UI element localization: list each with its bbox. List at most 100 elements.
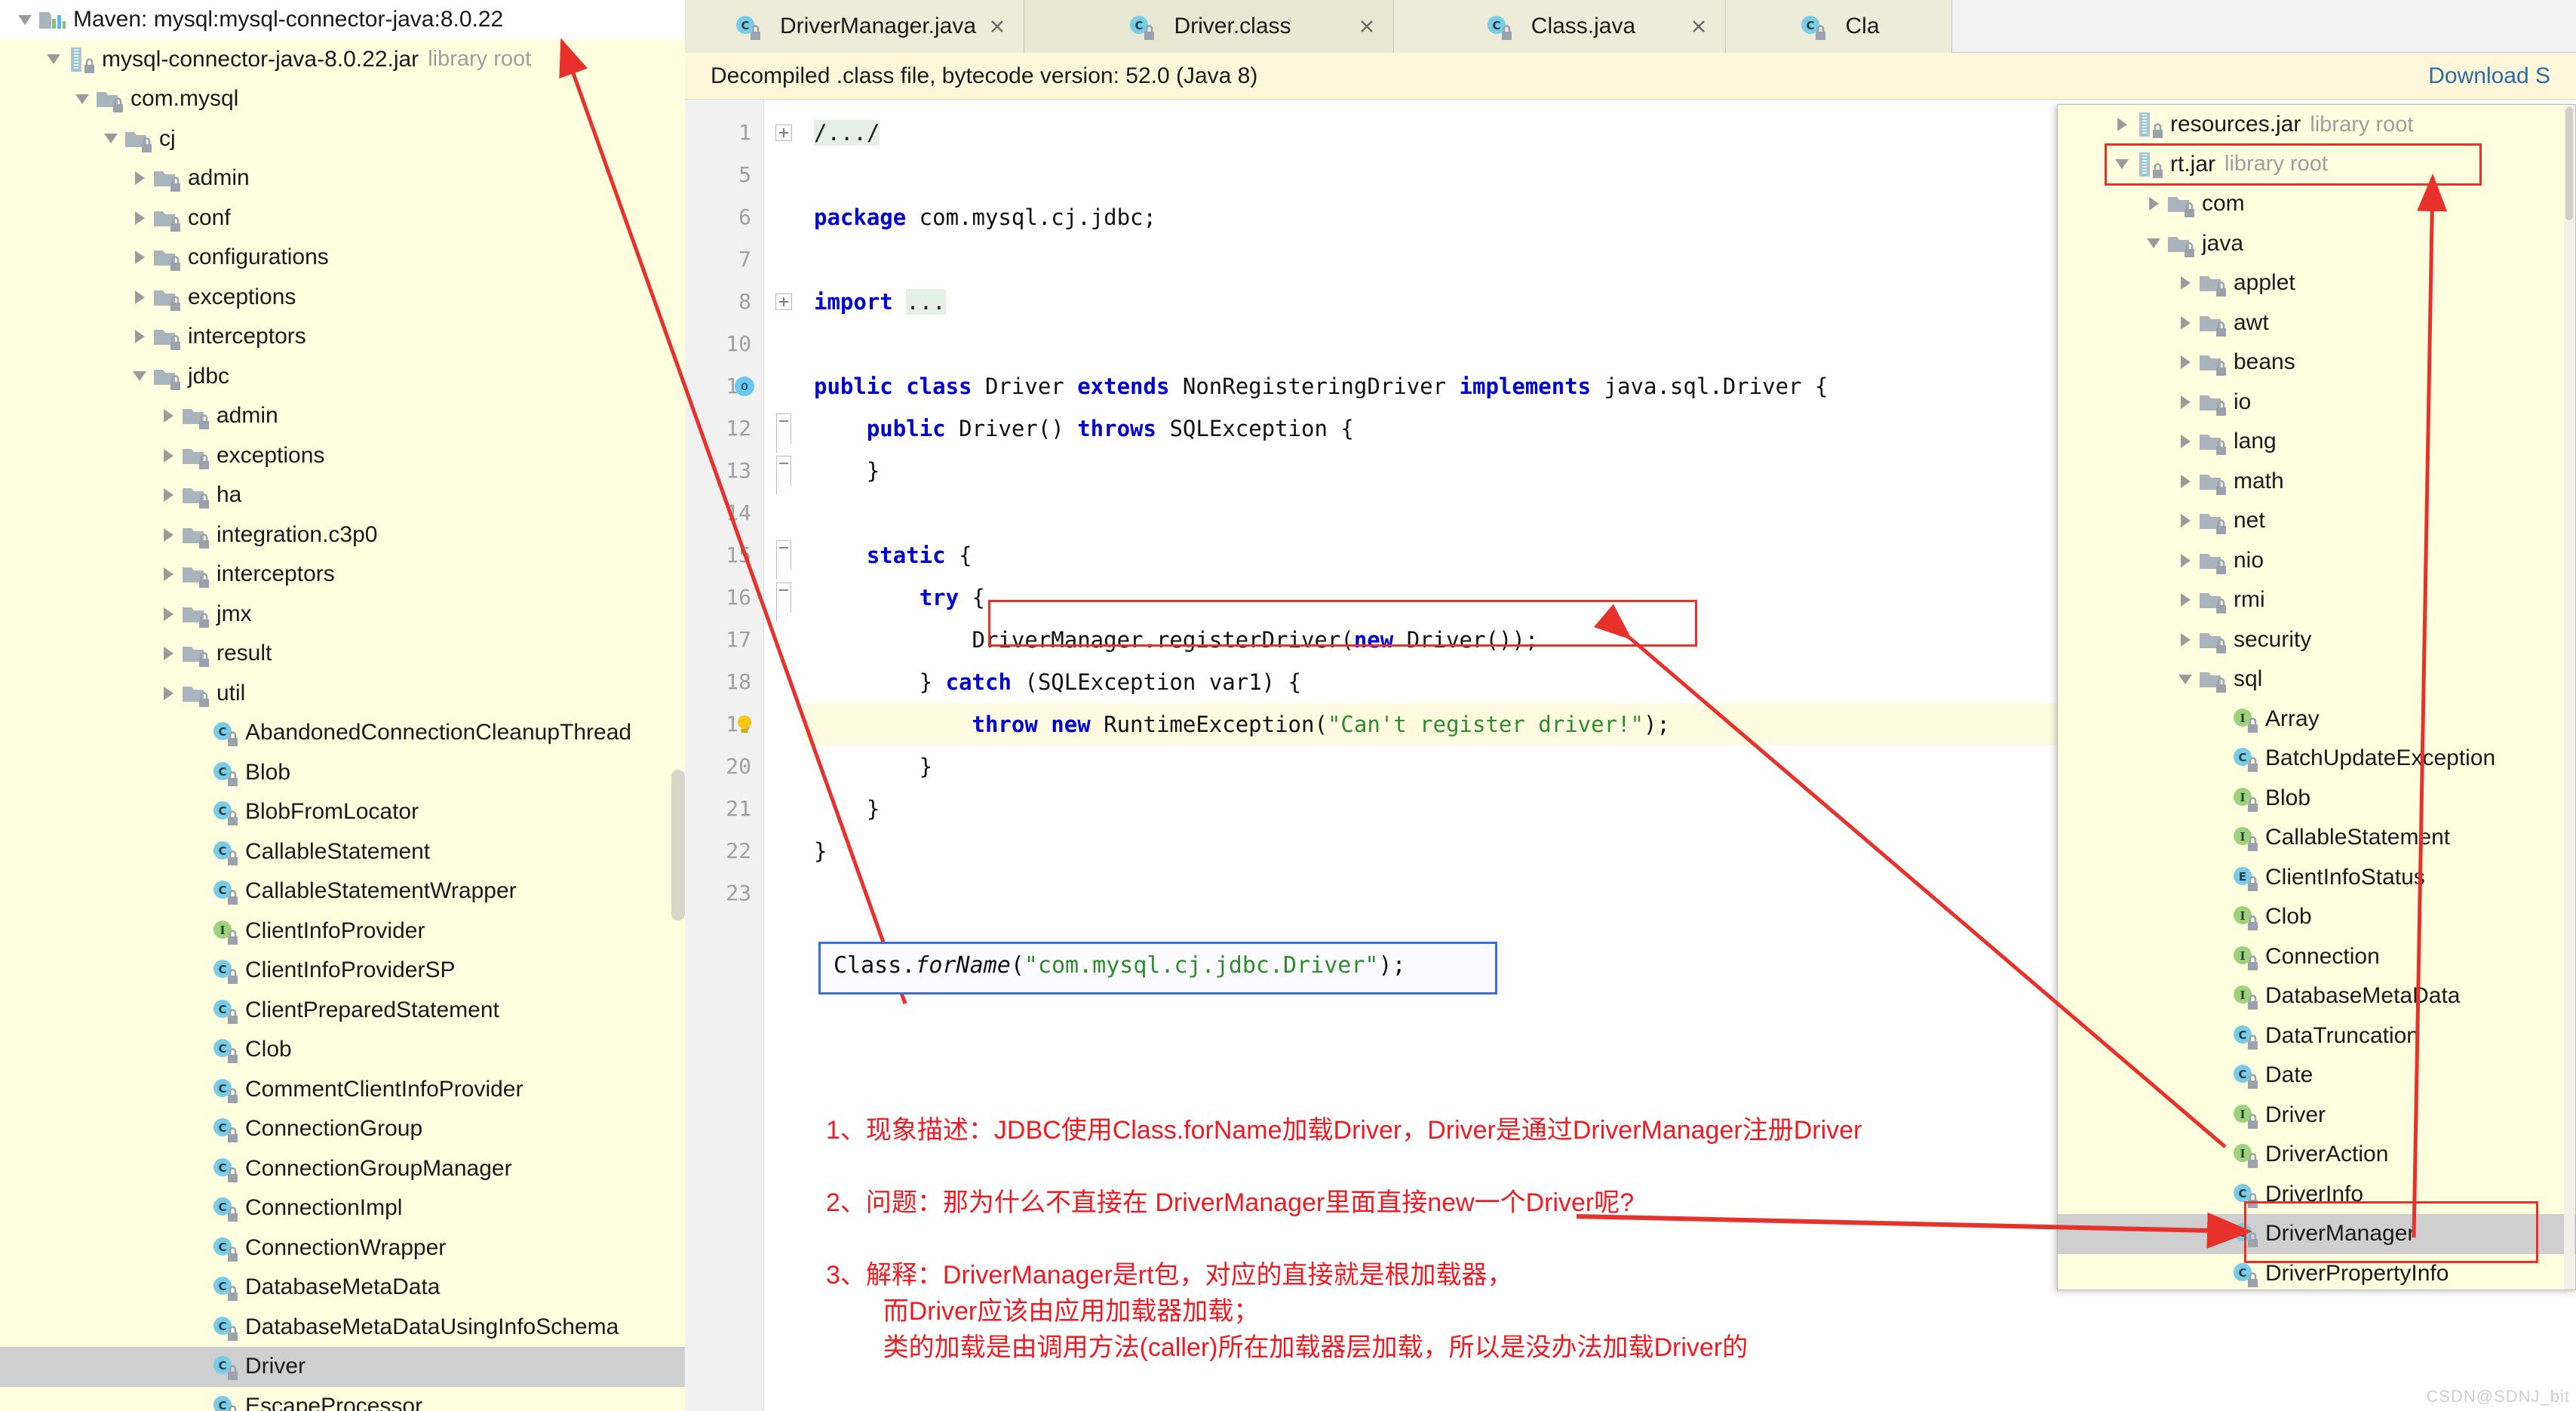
tree-row[interactable]: CDatabaseMetaDataUsingInfoSchema <box>0 1308 685 1348</box>
tree-row[interactable]: configurations <box>0 238 685 278</box>
chevron-right-icon[interactable] <box>127 317 152 356</box>
chevron-down-icon[interactable] <box>127 357 152 396</box>
tree-row[interactable]: CConnectionImpl <box>0 1188 685 1228</box>
chevron-right-icon[interactable] <box>2141 184 2166 223</box>
tree-row[interactable]: CEscapeProcessor <box>0 1387 685 1411</box>
tree-row[interactable]: CConnectionWrapper <box>0 1228 685 1268</box>
fold-marker[interactable] <box>764 407 803 450</box>
tree-row[interactable]: CDate <box>2058 1056 2575 1096</box>
tree-row[interactable]: java <box>2058 224 2575 264</box>
tree-row[interactable]: result <box>0 634 685 674</box>
tree-row[interactable]: resources.jarlibrary root <box>2058 105 2575 145</box>
chevron-right-icon[interactable] <box>127 278 152 317</box>
chevron-right-icon[interactable] <box>2172 501 2198 540</box>
chevron-down-icon[interactable] <box>2141 224 2166 263</box>
tree-row[interactable]: CClientPreparedStatement <box>0 991 685 1031</box>
right-scrollbar-thumb[interactable] <box>2565 107 2573 220</box>
left-scrollbar-thumb[interactable] <box>671 770 685 921</box>
tree-row[interactable]: exceptions <box>0 278 685 318</box>
tree-row[interactable]: io <box>2058 383 2575 423</box>
tree-row[interactable]: CCommentClientInfoProvider <box>0 1070 685 1110</box>
fold-marker[interactable] <box>764 450 803 492</box>
tree-row[interactable]: IDriver <box>2058 1096 2575 1136</box>
chevron-right-icon[interactable] <box>155 595 181 634</box>
tree-row[interactable]: CDriverManager <box>2058 1214 2575 1254</box>
download-sources-link[interactable]: Download S <box>2428 63 2550 89</box>
chevron-down-icon[interactable] <box>69 79 95 118</box>
tree-row[interactable]: IClientInfoProvider <box>0 911 685 951</box>
chevron-right-icon[interactable] <box>155 396 181 435</box>
tree-row[interactable]: jdbc <box>0 357 685 397</box>
tree-row[interactable]: CCallableStatement <box>0 832 685 872</box>
chevron-right-icon[interactable] <box>2172 541 2198 580</box>
tree-row[interactable]: cj <box>0 119 685 159</box>
close-icon[interactable] <box>1357 17 1377 36</box>
fold-marker[interactable] <box>764 534 803 576</box>
tree-row[interactable]: mysql-connector-java-8.0.22.jarlibrary r… <box>0 40 685 80</box>
chevron-right-icon[interactable] <box>2172 263 2198 303</box>
right-scrollbar[interactable] <box>2564 106 2574 1290</box>
tree-row[interactable]: com <box>2058 184 2575 224</box>
chevron-right-icon[interactable] <box>155 634 181 673</box>
tree-row[interactable]: Maven: mysql:mysql-connector-java:8.0.22 <box>0 0 685 40</box>
tree-row[interactable]: sql <box>2058 659 2575 699</box>
tree-row[interactable]: awt <box>2058 303 2575 343</box>
tree-row[interactable]: CConnectionGroup <box>0 1109 685 1149</box>
chevron-right-icon[interactable] <box>155 515 181 555</box>
chevron-right-icon[interactable] <box>2172 303 2198 343</box>
chevron-right-icon[interactable] <box>127 158 152 198</box>
chevron-right-icon[interactable] <box>2172 422 2198 461</box>
tree-row[interactable]: EClientInfoStatus <box>2058 858 2575 898</box>
chevron-right-icon[interactable] <box>155 555 181 594</box>
chevron-right-icon[interactable] <box>155 436 181 475</box>
tree-row[interactable]: lang <box>2058 422 2575 462</box>
tree-row[interactable]: exceptions <box>0 436 685 476</box>
editor-tab[interactable]: CDriverManager.java <box>685 0 1024 53</box>
tree-row[interactable]: jmx <box>0 595 685 635</box>
project-tree-panel[interactable]: Maven: mysql:mysql-connector-java:8.0.22… <box>0 0 685 1411</box>
chevron-down-icon[interactable] <box>12 0 38 39</box>
chevron-right-icon[interactable] <box>127 238 152 277</box>
tree-row[interactable]: CCallableStatementWrapper <box>0 872 685 911</box>
tree-row[interactable]: util <box>0 674 685 714</box>
code-folding-column[interactable] <box>764 100 803 1411</box>
tree-row[interactable]: CDriverInfo <box>2058 1175 2575 1215</box>
chevron-right-icon[interactable] <box>2172 620 2198 659</box>
tree-row[interactable]: net <box>2058 501 2575 541</box>
editor-tab[interactable]: CDriver.class <box>1024 0 1394 53</box>
tree-row[interactable]: beans <box>2058 343 2575 383</box>
fold-marker[interactable] <box>764 281 803 323</box>
chevron-right-icon[interactable] <box>155 475 181 515</box>
tree-row[interactable]: IDatabaseMetaData <box>2058 976 2575 1016</box>
tree-row[interactable]: CDriver <box>0 1347 685 1387</box>
tree-row[interactable]: admin <box>0 396 685 436</box>
tree-row[interactable]: CDataTruncation <box>2058 1016 2575 1056</box>
tree-row[interactable]: CClientInfoProviderSP <box>0 951 685 991</box>
close-icon[interactable] <box>1689 17 1709 36</box>
tree-row[interactable]: IConnection <box>2058 937 2575 977</box>
fold-marker[interactable] <box>764 576 803 619</box>
close-icon[interactable] <box>987 17 1007 36</box>
rtjar-tree-panel[interactable]: resources.jarlibrary rootrt.jarlibrary r… <box>2057 104 2576 1290</box>
tree-row[interactable]: applet <box>2058 263 2575 303</box>
tree-row[interactable]: conf <box>0 198 685 238</box>
tree-row[interactable]: ha <box>0 475 685 515</box>
run-gutter-icon[interactable]: o <box>735 377 754 396</box>
tree-row[interactable]: interceptors <box>0 317 685 357</box>
tree-row[interactable]: CDatabaseMetaData <box>0 1268 685 1308</box>
tree-row[interactable]: CBatchUpdateException <box>2058 739 2575 779</box>
tree-row[interactable]: IArray <box>2058 699 2575 739</box>
chevron-down-icon[interactable] <box>2109 145 2135 184</box>
lightbulb-icon[interactable] <box>732 712 757 737</box>
tree-row[interactable]: CAbandonedConnectionCleanupThread <box>0 713 685 753</box>
chevron-right-icon[interactable] <box>2172 462 2198 501</box>
tree-row[interactable]: CDriverPropertyInfo <box>2058 1254 2575 1291</box>
tree-row[interactable]: com.mysql <box>0 79 685 119</box>
chevron-down-icon[interactable] <box>41 40 66 79</box>
chevron-down-icon[interactable] <box>98 119 124 158</box>
tree-row[interactable]: nio <box>2058 541 2575 581</box>
tree-row[interactable]: security <box>2058 620 2575 660</box>
tree-row[interactable]: CClob <box>0 1030 685 1070</box>
tree-row[interactable]: math <box>2058 462 2575 502</box>
tree-row[interactable]: interceptors <box>0 555 685 595</box>
